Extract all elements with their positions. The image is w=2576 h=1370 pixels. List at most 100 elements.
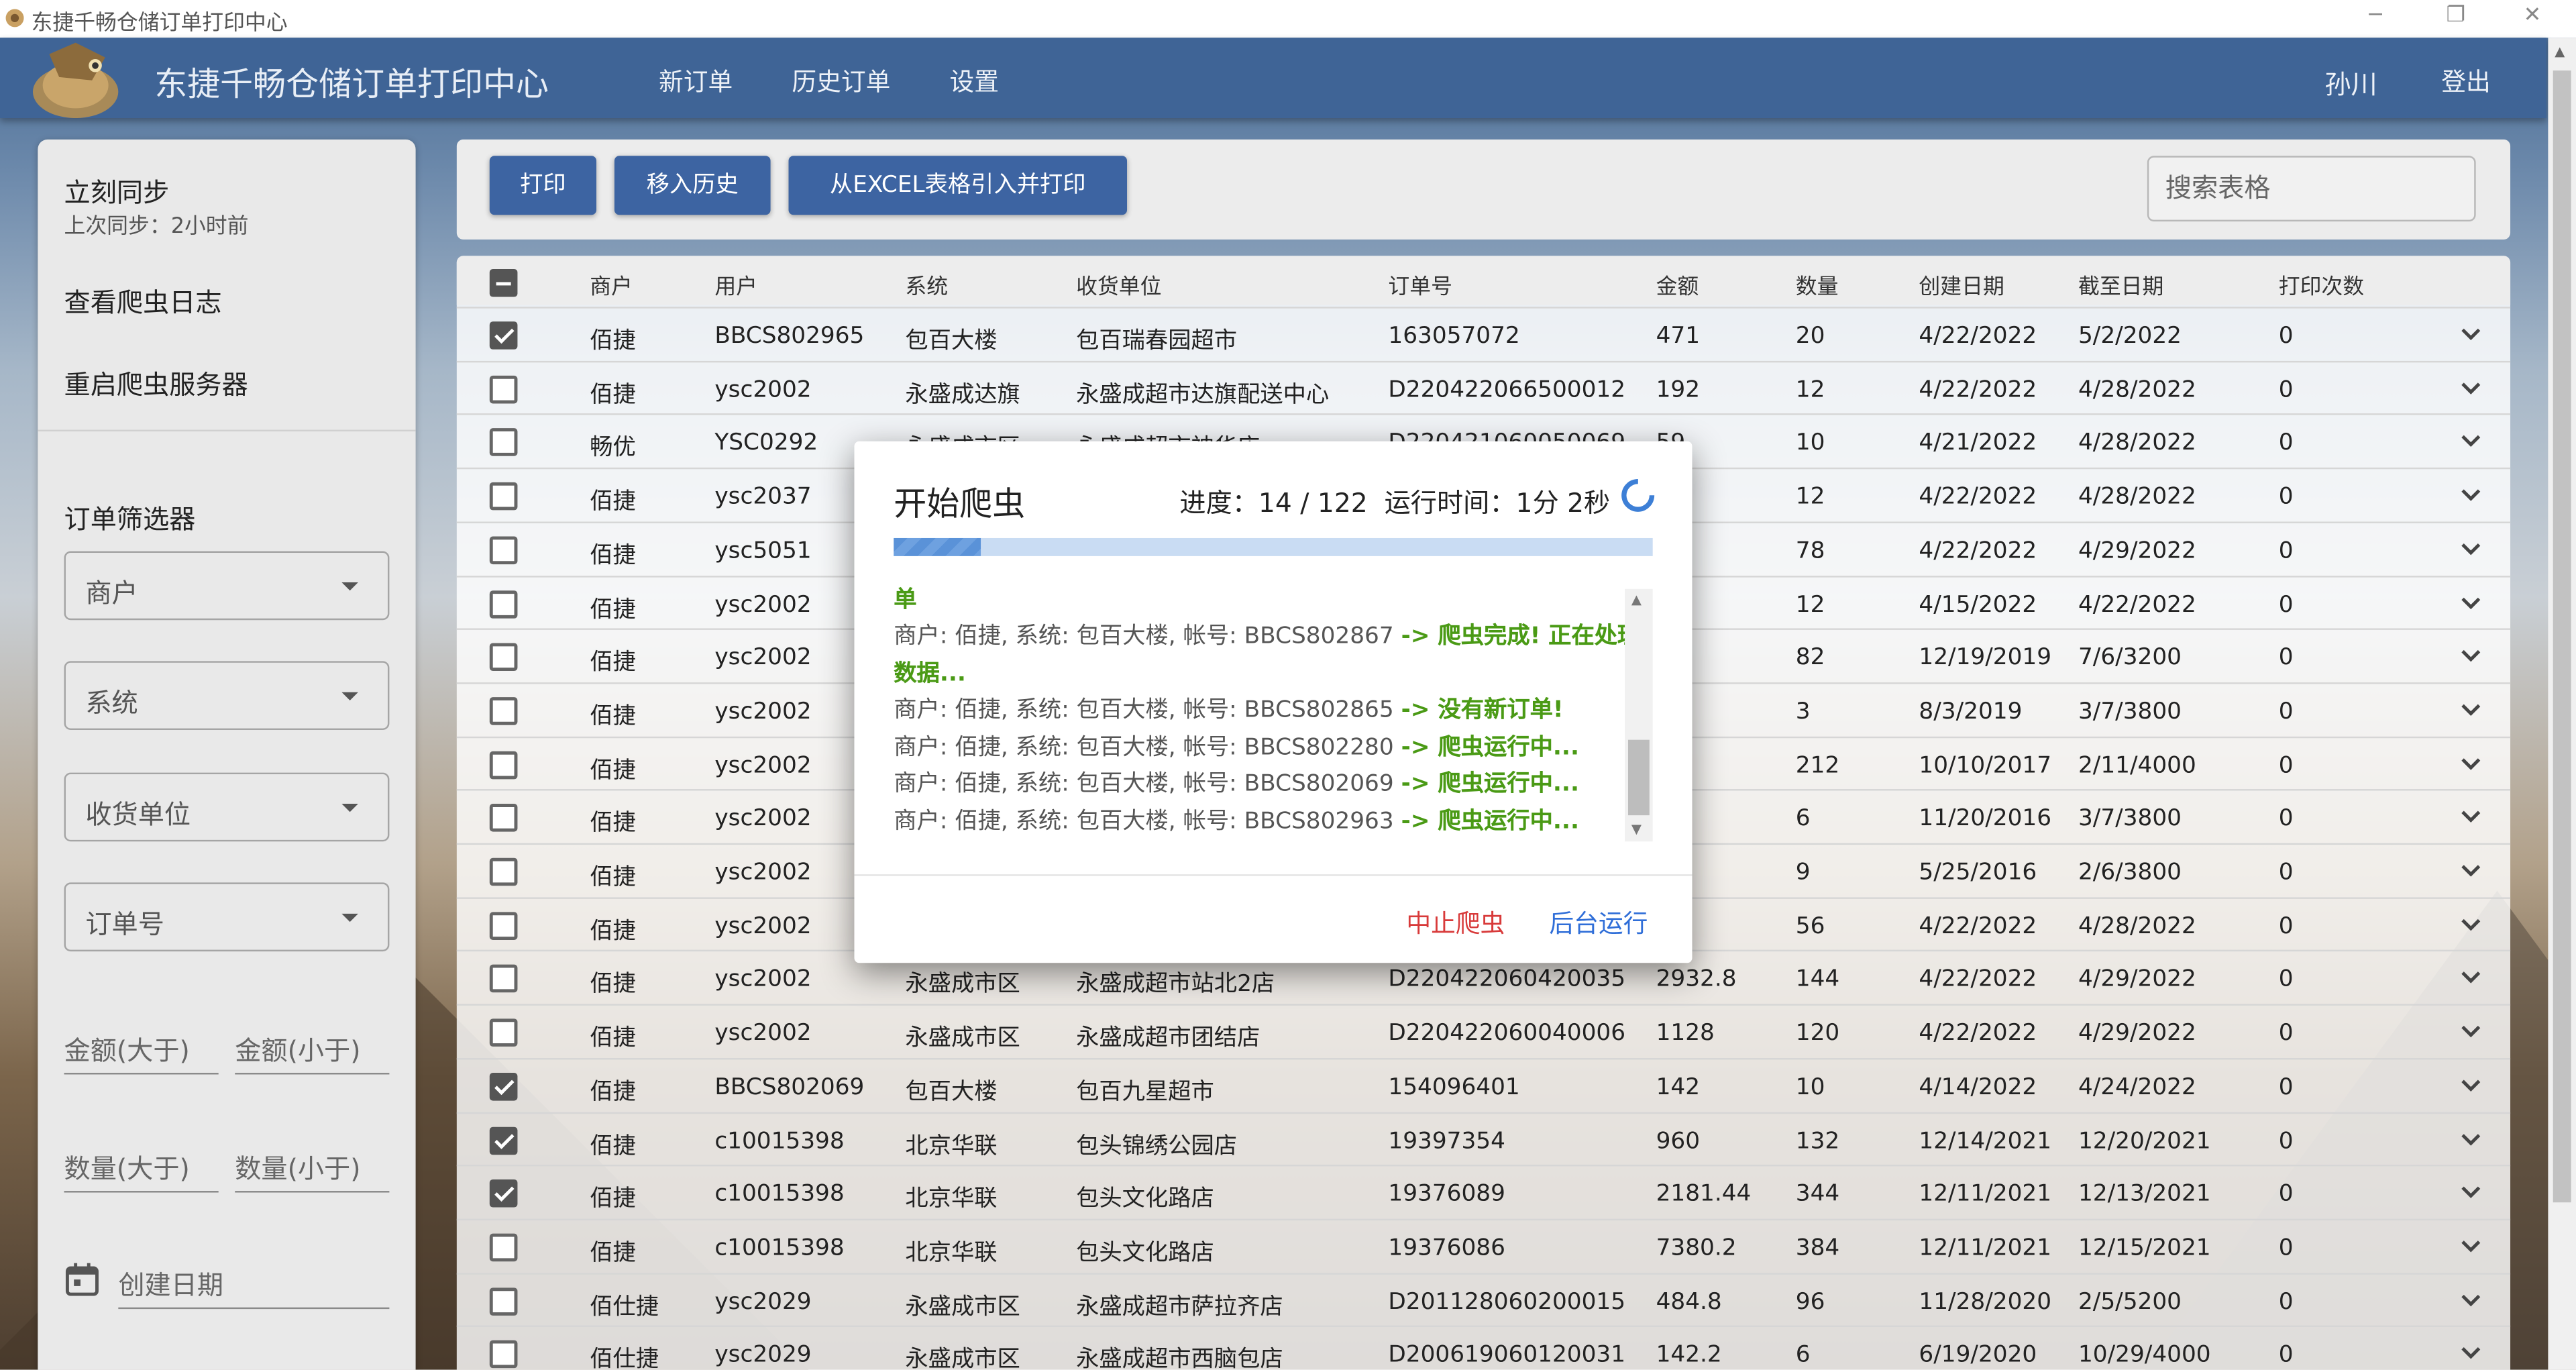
row-checkbox[interactable] <box>489 1179 518 1208</box>
expand-chevron-icon[interactable] <box>2458 697 2484 723</box>
col-user[interactable]: 用户 <box>714 269 757 301</box>
minimize-icon[interactable]: ─ <box>2369 3 2381 28</box>
row-checkbox[interactable] <box>489 1287 518 1315</box>
close-icon[interactable]: ✕ <box>2524 3 2542 28</box>
row-checkbox[interactable] <box>489 1233 518 1261</box>
cell-print-count: 0 <box>2278 1181 2294 1208</box>
order-number-dropdown[interactable]: 订单号 <box>64 882 390 952</box>
col-due-date[interactable]: 截至日期 <box>2078 269 2163 301</box>
logout-button[interactable]: 登出 <box>2441 64 2491 98</box>
table-row[interactable]: 佰捷 c10015398 北京华联 包头文化路店 19376089 2181.44 344 1… <box>456 1165 2511 1218</box>
row-checkbox[interactable] <box>489 857 518 886</box>
row-checkbox[interactable] <box>489 429 518 457</box>
row-checkbox[interactable] <box>489 1072 518 1101</box>
expand-chevron-icon[interactable] <box>2458 1073 2484 1099</box>
row-checkbox[interactable] <box>489 482 518 511</box>
calendar-icon[interactable] <box>64 1261 101 1298</box>
restart-crawler-server-button[interactable]: 重启爬虫服务器 <box>64 362 248 402</box>
col-amount[interactable]: 金额 <box>1656 269 1699 301</box>
row-checkbox[interactable] <box>489 750 518 779</box>
col-quantity[interactable]: 数量 <box>1796 269 1839 301</box>
log-scroll-down-icon[interactable]: ▼ <box>1631 822 1642 837</box>
amount-max-input[interactable]: 金额(小于) <box>235 1022 390 1075</box>
scrollbar-thumb[interactable] <box>2553 70 2571 1203</box>
table-row[interactable]: 佰捷 c10015398 北京华联 包头锦绣公园店 19397354 960 132 12/1… <box>456 1111 2511 1165</box>
table-row[interactable]: 佰仕捷 ysc2029 永盛成市区 永盛成超市西脑包店 D200619060120031… <box>456 1326 2511 1370</box>
row-checkbox[interactable] <box>489 375 518 403</box>
amount-min-input[interactable]: 金额(大于) <box>64 1022 219 1075</box>
col-created-date[interactable]: 创建日期 <box>1919 269 2004 301</box>
expand-chevron-icon[interactable] <box>2458 375 2484 401</box>
row-checkbox[interactable] <box>489 1126 518 1155</box>
cell-due-date: 4/29/2022 <box>2078 967 2196 994</box>
receiver-dropdown[interactable]: 收货单位 <box>64 772 390 842</box>
nav-settings[interactable]: 设置 <box>950 64 1000 98</box>
abort-crawler-button[interactable]: 中止爬虫 <box>1406 906 1505 940</box>
row-checkbox[interactable] <box>489 536 518 564</box>
col-print-count[interactable]: 打印次数 <box>2279 269 2364 301</box>
expand-chevron-icon[interactable] <box>2458 1340 2484 1367</box>
table-row[interactable]: 佰捷 c10015398 北京华联 包头文化路店 19376086 7380.2 384 12… <box>456 1218 2511 1272</box>
expand-chevron-icon[interactable] <box>2458 482 2484 509</box>
expand-chevron-icon[interactable] <box>2458 1233 2484 1259</box>
expand-chevron-icon[interactable] <box>2458 804 2484 831</box>
row-checkbox[interactable] <box>489 321 518 350</box>
row-checkbox[interactable] <box>489 589 518 618</box>
cell-due-date: 2/11/4000 <box>2078 752 2196 779</box>
created-date-input[interactable]: 创建日期 <box>118 1257 390 1310</box>
cell-receiver: 永盛成超市西脑包店 <box>1076 1347 1283 1370</box>
page-scrollbar[interactable]: ▲ <box>2548 38 2576 1370</box>
col-system[interactable]: 系统 <box>905 269 948 301</box>
move-to-history-button[interactable]: 移入历史 <box>614 156 771 215</box>
cell-created-date: 6/19/2020 <box>1919 1342 2037 1369</box>
expand-chevron-icon[interactable] <box>2458 1126 2484 1152</box>
user-name[interactable]: 孙川 <box>2324 62 2377 102</box>
table-row[interactable]: 佰捷 ysc2002 永盛成市区 永盛成超市团结店 D220422060040006 11… <box>456 1004 2511 1058</box>
select-all-checkbox[interactable] <box>489 268 518 297</box>
table-search-input[interactable]: 搜索表格 <box>2147 156 2476 222</box>
col-receiver[interactable]: 收货单位 <box>1076 269 1161 301</box>
restore-icon[interactable]: ❐ <box>2447 3 2466 28</box>
log-scroll-up-icon[interactable]: ▲ <box>1631 592 1642 607</box>
col-order-number[interactable]: 订单号 <box>1388 269 1452 301</box>
table-row[interactable]: 佰捷 BBCS802069 包百大楼 包百九星超市 154096401 142 10 4/14… <box>456 1057 2511 1112</box>
row-checkbox[interactable] <box>489 696 518 725</box>
table-row[interactable]: 佰捷 BBCS802965 包百大楼 包百瑞春园超市 163057072 471 20 4/2… <box>456 307 2511 360</box>
expand-chevron-icon[interactable] <box>2458 1179 2484 1206</box>
expand-chevron-icon[interactable] <box>2458 965 2484 992</box>
row-checkbox[interactable] <box>489 965 518 994</box>
expand-chevron-icon[interactable] <box>2458 429 2484 455</box>
nav-order-history[interactable]: 历史订单 <box>792 64 890 98</box>
row-checkbox[interactable] <box>489 804 518 833</box>
quantity-max-input[interactable]: 数量(小于) <box>235 1140 390 1193</box>
import-excel-print-button[interactable]: 从EXCEL表格引入并打印 <box>788 156 1128 215</box>
scroll-up-icon[interactable]: ▲ <box>2555 44 2565 59</box>
expand-chevron-icon[interactable] <box>2458 912 2484 938</box>
merchant-dropdown[interactable]: 商户 <box>64 551 390 621</box>
expand-chevron-icon[interactable] <box>2458 643 2484 670</box>
row-checkbox[interactable] <box>489 1018 518 1047</box>
quantity-min-input[interactable]: 数量(大于) <box>64 1140 219 1193</box>
print-button[interactable]: 打印 <box>489 156 596 215</box>
expand-chevron-icon[interactable] <box>2458 590 2484 616</box>
table-row[interactable]: 佰仕捷 ysc2029 永盛成市区 永盛成超市萨拉齐店 D201128060200015… <box>456 1272 2511 1326</box>
row-checkbox[interactable] <box>489 911 518 940</box>
run-in-background-button[interactable]: 后台运行 <box>1549 906 1648 940</box>
system-dropdown[interactable]: 系统 <box>64 661 390 731</box>
log-scrollbar[interactable]: ▲ ▼ <box>1625 588 1653 842</box>
expand-chevron-icon[interactable] <box>2458 536 2484 562</box>
table-row[interactable]: 佰捷 ysc2002 永盛成达旗 永盛成超市达旗配送中心 D22042206650001… <box>456 360 2511 414</box>
nav-new-orders[interactable]: 新订单 <box>659 64 733 98</box>
cell-amount: 1128 <box>1656 1020 1715 1047</box>
sidebar: 立刻同步 上次同步：2小时前 查看爬虫日志 重启爬虫服务器 订单筛选器 商户 系… <box>38 139 416 1370</box>
log-scrollbar-thumb[interactable] <box>1627 739 1650 816</box>
row-checkbox[interactable] <box>489 643 518 672</box>
col-merchant[interactable]: 商户 <box>590 269 633 301</box>
expand-chevron-icon[interactable] <box>2458 1019 2484 1045</box>
expand-chevron-icon[interactable] <box>2458 321 2484 348</box>
expand-chevron-icon[interactable] <box>2458 858 2484 884</box>
row-checkbox[interactable] <box>489 1340 518 1369</box>
expand-chevron-icon[interactable] <box>2458 1287 2484 1313</box>
expand-chevron-icon[interactable] <box>2458 751 2484 777</box>
view-crawler-log-button[interactable]: 查看爬虫日志 <box>64 280 222 320</box>
